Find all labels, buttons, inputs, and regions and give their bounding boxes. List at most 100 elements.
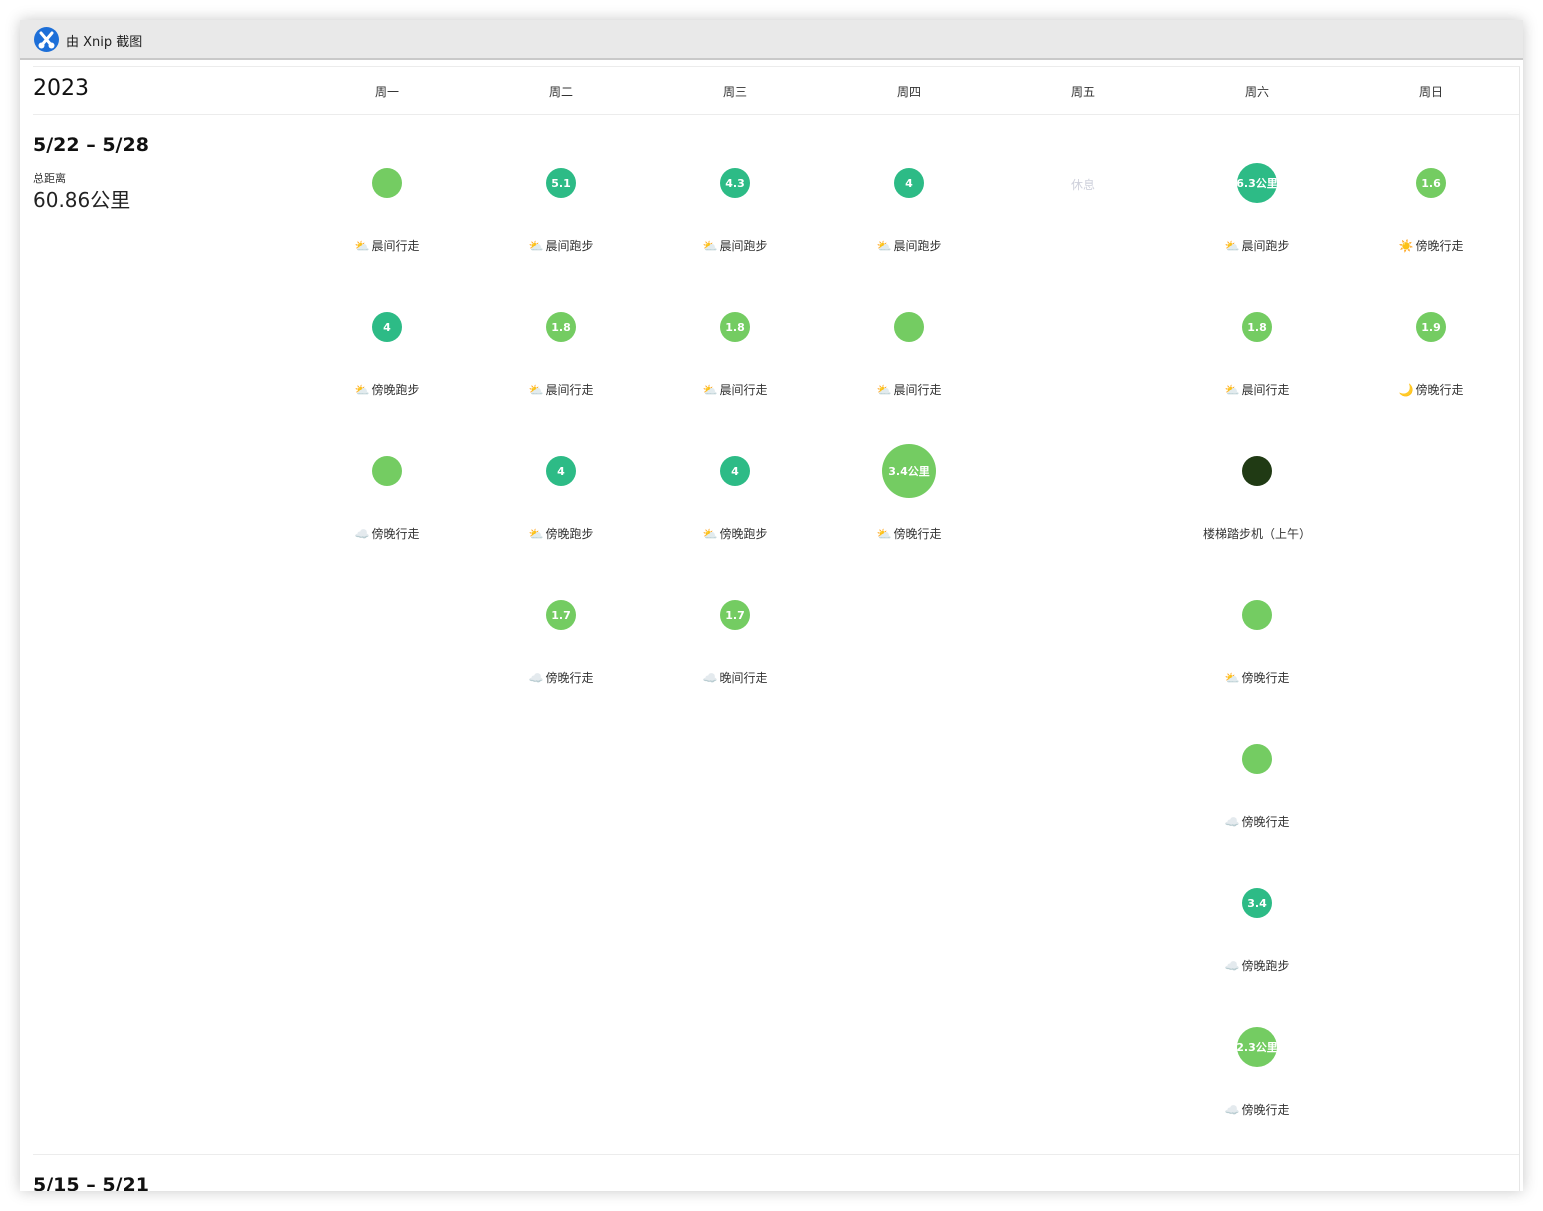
weather-icon: 🌙 xyxy=(1398,383,1414,397)
weather-icon: ⛅ xyxy=(702,527,718,541)
activity-dot[interactable]: 5.1 xyxy=(546,168,576,198)
activity-name: 晨间行走 xyxy=(371,239,420,253)
activity-label[interactable]: ⛅ 傍晚跑步 xyxy=(302,381,472,398)
activity-dot[interactable]: 1.7 xyxy=(546,600,576,630)
weather-icon: ⛅ xyxy=(876,239,892,253)
activity-dot[interactable]: 1.8 xyxy=(1242,312,1272,342)
weather-icon: ⛅ xyxy=(876,383,892,397)
weather-icon: ⛅ xyxy=(876,527,892,541)
weather-icon: ⛅ xyxy=(1224,239,1240,253)
activity-label[interactable]: ⛅ 晨间行走 xyxy=(476,381,646,398)
activity-dot[interactable] xyxy=(372,456,402,486)
activity-dot[interactable]: 3.4公里 xyxy=(882,444,936,498)
activity-name: 傍晚行走 xyxy=(1241,1103,1290,1117)
weather-icon: ⛅ xyxy=(354,383,370,397)
activity-label[interactable]: ⛅ 晨间行走 xyxy=(302,237,472,254)
activity-name: 晨间跑步 xyxy=(545,239,594,253)
window-title: 由 Xnip 截图 xyxy=(66,35,143,50)
weather-icon: ⛅ xyxy=(702,239,718,253)
weather-icon: ⛅ xyxy=(1224,383,1240,397)
activity-dot[interactable]: 2.3公里 xyxy=(1237,1027,1277,1067)
weather-icon: ⛅ xyxy=(528,383,544,397)
activity-name: 晨间跑步 xyxy=(893,239,942,253)
activity-label[interactable]: ⛅ 晨间跑步 xyxy=(650,237,820,254)
week-divider xyxy=(33,1154,1519,1155)
activity-label[interactable]: ☁️ 晚间行走 xyxy=(650,669,820,686)
activity-dot[interactable]: 1.6 xyxy=(1416,168,1446,198)
activity-name: 傍晚跑步 xyxy=(545,527,594,541)
activity-label[interactable]: ⛅ 晨间跑步 xyxy=(476,237,646,254)
weather-icon: ☁️ xyxy=(354,527,370,541)
activity-dot[interactable]: 6.3公里 xyxy=(1237,163,1277,203)
activity-dot[interactable]: 4 xyxy=(894,168,924,198)
activity-label[interactable]: ⛅ 晨间跑步 xyxy=(824,237,994,254)
activity-name: 傍晚行走 xyxy=(1415,239,1464,253)
weather-icon: ☁️ xyxy=(1224,815,1240,829)
app-window: 由 Xnip 截图 2023 周一 周二 周三 周四 周五 周六 周日 5/22 – 5/2… xyxy=(20,20,1523,1191)
activity-label[interactable]: ☁️ 傍晚行走 xyxy=(302,525,472,542)
activity-name: 傍晚跑步 xyxy=(1241,959,1290,973)
activity-dot[interactable]: 1.7 xyxy=(720,600,750,630)
activity-name: 楼梯踏步机（上午） xyxy=(1202,527,1311,541)
activity-label[interactable]: ⛅ 晨间行走 xyxy=(1172,381,1342,398)
activity-label[interactable]: ☁️ 傍晚行走 xyxy=(476,669,646,686)
weather-icon: ⛅ xyxy=(1224,671,1240,685)
activity-name: 傍晚行走 xyxy=(1415,383,1464,397)
rest-day-label: 休息 xyxy=(1070,178,1095,192)
activity-name: 晨间跑步 xyxy=(719,239,768,253)
weather-icon: ☁️ xyxy=(528,671,544,685)
activity-dot[interactable]: 1.8 xyxy=(720,312,750,342)
weather-icon: ⛅ xyxy=(528,527,544,541)
activity-name: 晨间行走 xyxy=(893,383,942,397)
activity-dot[interactable] xyxy=(894,312,924,342)
weather-icon: ☁️ xyxy=(1224,959,1240,973)
weather-icon: ☀️ xyxy=(1398,239,1414,253)
activity-dot[interactable]: 4.3 xyxy=(720,168,750,198)
day-header: 周四 xyxy=(896,85,921,99)
activity-dot[interactable]: 1.9 xyxy=(1416,312,1446,342)
activity-label[interactable]: ☁️ 傍晚跑步 xyxy=(1172,957,1342,974)
total-distance-value: 60.86公里 xyxy=(33,188,131,212)
activity-label[interactable]: ⛅ 傍晚行走 xyxy=(1172,669,1342,686)
activity-name: 晚间行走 xyxy=(719,671,768,685)
activity-dot[interactable]: 3.4 xyxy=(1242,888,1272,918)
activity-dot[interactable]: 1.8 xyxy=(546,312,576,342)
activity-label[interactable]: ☁️ 傍晚行走 xyxy=(1172,813,1342,830)
calendar-header: 2023 周一 周二 周三 周四 周五 周六 周日 xyxy=(33,67,1519,115)
activity-dot[interactable]: 4 xyxy=(720,456,750,486)
activity-dot[interactable] xyxy=(1242,456,1272,486)
activity-label[interactable]: 🌙 傍晚行走 xyxy=(1346,381,1516,398)
xnip-app-icon xyxy=(34,27,59,52)
activity-label[interactable]: ⛅ 傍晚行走 xyxy=(824,525,994,542)
activity-name: 晨间行走 xyxy=(545,383,594,397)
day-header: 周三 xyxy=(722,85,747,99)
activity-dot[interactable]: 4 xyxy=(372,312,402,342)
activity-label[interactable]: ⛅ 晨间行走 xyxy=(650,381,820,398)
activity-dot[interactable] xyxy=(1242,744,1272,774)
activity-name: 晨间跑步 xyxy=(1241,239,1290,253)
activity-dot[interactable]: 4 xyxy=(546,456,576,486)
activity-label[interactable]: 楼梯踏步机（上午） xyxy=(1172,525,1342,542)
year-label: 2023 xyxy=(33,76,89,101)
activity-label[interactable]: ⛅ 傍晚跑步 xyxy=(476,525,646,542)
day-header: 周五 xyxy=(1070,85,1095,99)
activity-calendar: 2023 周一 周二 周三 周四 周五 周六 周日 5/22 – 5/28 总距离 60.8… xyxy=(33,66,1520,1191)
activity-label[interactable]: ☁️ 傍晚行走 xyxy=(1172,1101,1342,1118)
activity-label[interactable]: ☀️ 傍晚行走 xyxy=(1346,237,1516,254)
title-bar: 由 Xnip 截图 xyxy=(20,20,1523,60)
activity-name: 傍晚行走 xyxy=(545,671,594,685)
activity-dot[interactable] xyxy=(1242,600,1272,630)
activity-name: 傍晚行走 xyxy=(1241,671,1290,685)
activity-label[interactable]: ⛅ 晨间跑步 xyxy=(1172,237,1342,254)
activity-name: 晨间行走 xyxy=(719,383,768,397)
day-header: 周六 xyxy=(1244,85,1269,99)
activity-label[interactable]: ⛅ 傍晚跑步 xyxy=(650,525,820,542)
activity-name: 傍晚跑步 xyxy=(719,527,768,541)
day-header: 周日 xyxy=(1418,85,1443,99)
day-header: 周二 xyxy=(548,85,573,99)
weather-icon: ⛅ xyxy=(528,239,544,253)
activity-name: 傍晚行走 xyxy=(1241,815,1290,829)
activity-dot[interactable] xyxy=(372,168,402,198)
activity-label[interactable]: ⛅ 晨间行走 xyxy=(824,381,994,398)
activity-name: 晨间行走 xyxy=(1241,383,1290,397)
